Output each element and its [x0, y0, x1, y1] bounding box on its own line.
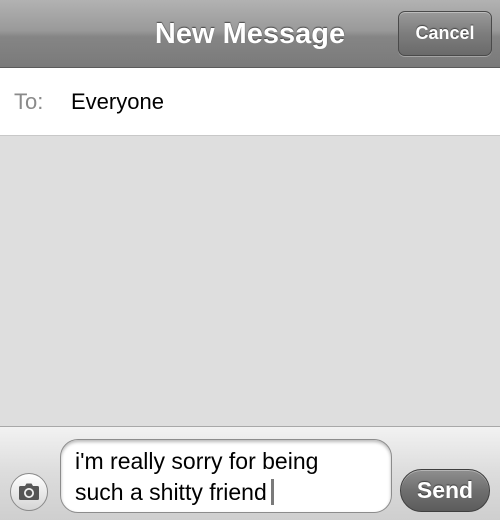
recipient-field[interactable]: Everyone — [71, 68, 164, 136]
message-text: i'm really sorry for being such a shitty… — [75, 448, 319, 505]
send-button[interactable]: Send — [400, 469, 490, 512]
camera-button[interactable] — [10, 473, 48, 511]
message-thread-area — [0, 136, 500, 426]
recipient-label: To: — [14, 89, 44, 114]
recipient-row[interactable]: To: Everyone — [0, 68, 500, 136]
camera-icon — [19, 483, 39, 500]
navigation-bar: New Message Cancel — [0, 0, 500, 68]
text-cursor — [270, 479, 274, 505]
compose-bar: i'm really sorry for being such a shitty… — [0, 426, 500, 520]
cancel-button[interactable]: Cancel — [398, 11, 492, 56]
message-input[interactable]: i'm really sorry for being such a shitty… — [60, 439, 392, 513]
